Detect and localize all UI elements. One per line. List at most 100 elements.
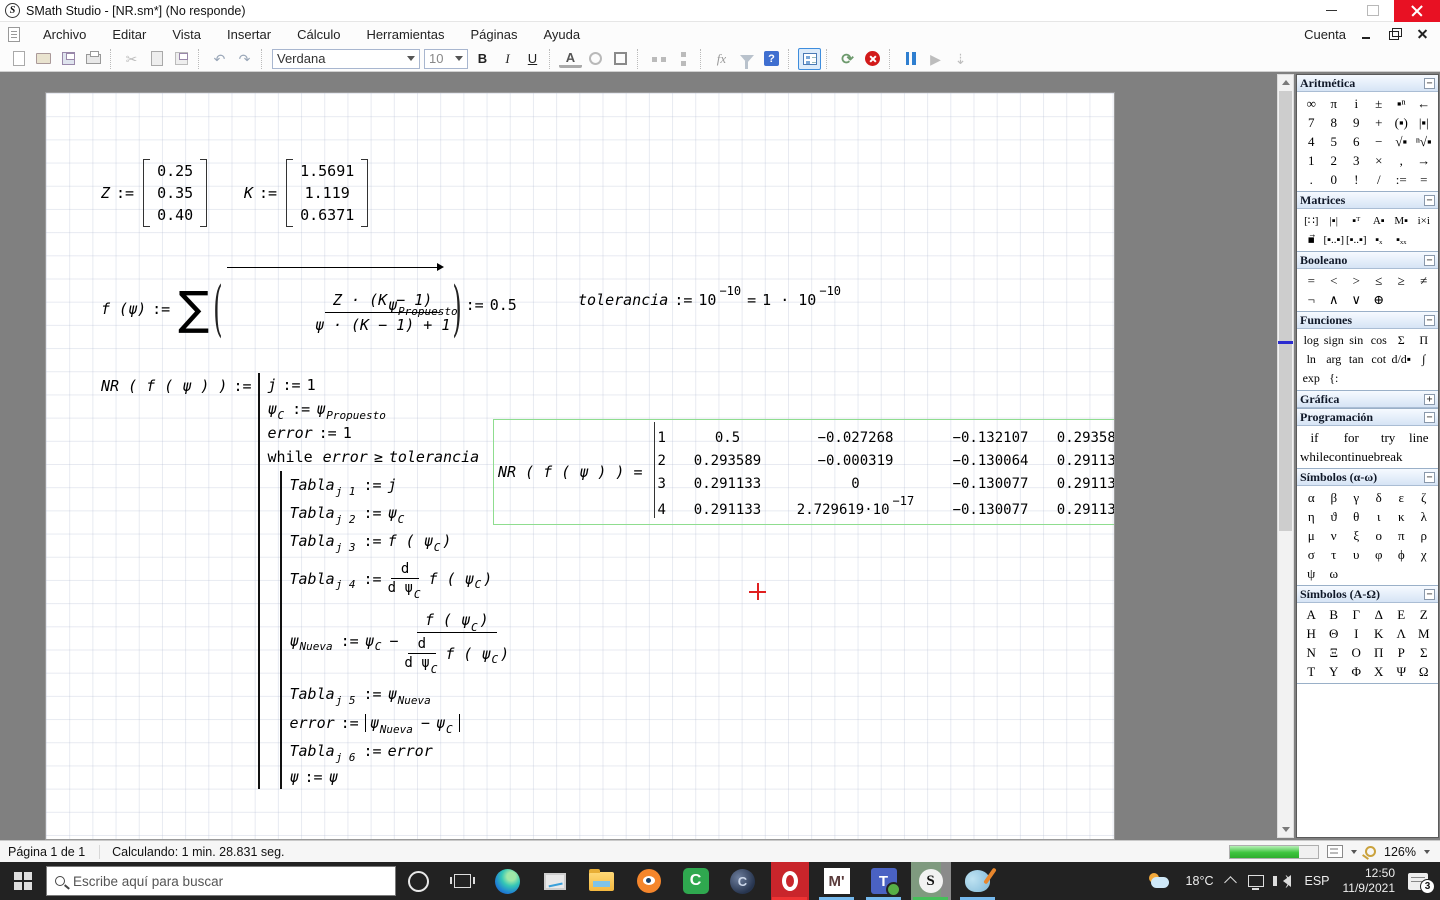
stop-calculation-button[interactable] [861,48,884,70]
palette-button[interactable]: Κ [1368,624,1391,643]
print-button[interactable] [82,48,105,70]
taskbar-paint3d-button[interactable] [954,862,1001,900]
palette-button[interactable]: Ω [1413,662,1436,681]
palette-button[interactable]: υ [1345,545,1368,564]
palette-header[interactable]: Funciones − [1297,312,1438,329]
taskbar-blender-button[interactable] [625,862,672,900]
palette-button[interactable]: ▪ₓ [1368,230,1391,249]
palette-button[interactable]: σ [1300,545,1323,564]
palette-button[interactable]: |▪| [1323,211,1346,230]
palette-button[interactable]: Δ [1368,605,1391,624]
palette-button[interactable]: exp [1300,369,1323,388]
palette-button[interactable]: ∨ [1345,290,1368,309]
palette-button[interactable]: κ [1390,507,1413,526]
background-color-button[interactable] [584,48,607,70]
palette-button[interactable]: ∧ [1323,290,1346,309]
palette-button[interactable]: for [1329,428,1374,447]
task-view-button[interactable] [440,862,484,900]
page-layout-icon[interactable] [1327,845,1344,858]
palette-button[interactable]: ≤ [1368,271,1391,290]
taskbar-mendeley-button[interactable]: M' [813,862,860,900]
z-definition[interactable]: Z := 0.25 0.35 0.40 [101,159,210,227]
paste-button[interactable] [170,48,193,70]
palette-button[interactable]: ≥ [1390,271,1413,290]
taskbar-camtasia-button[interactable]: C [672,862,719,900]
palette-button[interactable]: π [1390,526,1413,545]
taskbar-opera-button[interactable] [766,862,813,900]
palette-button[interactable]: ⁿ√▪ [1413,132,1436,151]
palette-button[interactable]: β [1323,488,1346,507]
palette-button[interactable]: Β [1323,605,1346,624]
clock[interactable]: 12:50 11/9/2021 [1343,866,1396,896]
palette-button[interactable]: ⊕ [1368,290,1391,309]
palette-button[interactable]: Ι [1345,624,1368,643]
palette-button[interactable]: 6 [1345,132,1368,151]
palette-button[interactable]: ▪ⁿ [1390,94,1413,113]
palette-button[interactable]: cos [1368,331,1391,350]
palette-header[interactable]: Programación − [1297,409,1438,426]
palette-button[interactable]: = [1300,271,1323,290]
palette-button[interactable]: Ν [1300,643,1323,662]
palette-button[interactable]: , [1390,151,1413,170]
collapse-toggle-icon[interactable]: − [1424,411,1435,423]
palette-button[interactable]: √▪ [1390,132,1413,151]
side-panel-toggle-button[interactable] [798,47,821,70]
child-close-button[interactable] [1416,28,1430,40]
menu-item[interactable]: Archivo [30,24,99,45]
palette-button[interactable]: Χ [1368,662,1391,681]
worksheet-canvas[interactable]: Z := 0.25 0.35 0.40 K := 1.5691 1.119 0.6371… [45,92,1115,840]
palette-button[interactable]: ϑ [1323,507,1346,526]
palette-button[interactable]: i×i [1413,211,1436,230]
collapse-toggle-icon[interactable]: − [1424,77,1435,89]
palette-button[interactable]: Σ [1390,331,1413,350]
taskbar-search-input[interactable]: Escribe aquí para buscar [46,866,396,896]
palette-button[interactable]: Θ [1323,624,1346,643]
taskbar-file-explorer-button[interactable] [578,862,625,900]
palette-button[interactable]: Σ [1413,643,1436,662]
palette-button[interactable]: − [1368,132,1391,151]
palette-button[interactable]: continue [1329,447,1374,466]
palette-button[interactable]: × [1368,151,1391,170]
palette-header[interactable]: Símbolos (α-ω) − [1297,469,1438,486]
palette-button[interactable]: 3 [1345,151,1368,170]
palette-button[interactable]: → [1413,151,1436,170]
filter-button[interactable] [735,48,758,70]
palette-button[interactable]: Υ [1323,662,1346,681]
palette-button[interactable]: |▪| [1413,113,1436,132]
horizontal-spacing-button[interactable] [647,48,670,70]
start-button[interactable] [0,862,46,900]
step-button[interactable]: ⇣ [949,48,972,70]
reference-button[interactable]: ? [760,48,783,70]
palette-button[interactable]: := [1390,170,1413,189]
new-button[interactable] [7,48,30,70]
account-menu[interactable]: Cuenta [1304,27,1346,42]
palette-button[interactable]: + [1368,113,1391,132]
chevron-down-icon[interactable] [1424,849,1430,854]
palette-button[interactable]: (▪) [1390,113,1413,132]
menu-item[interactable]: Páginas [457,24,530,45]
palette-button[interactable]: ln [1300,350,1323,369]
taskbar-teams-button[interactable]: T [860,862,907,900]
vertical-scrollbar[interactable] [1277,74,1294,838]
palette-button[interactable]: sin [1345,331,1368,350]
palette-button[interactable]: Ξ [1323,643,1346,662]
palette-button[interactable]: 9 [1345,113,1368,132]
palette-button[interactable]: ξ [1345,526,1368,545]
menu-item[interactable]: Editar [99,24,159,45]
palette-button[interactable]: ο [1368,526,1391,545]
collapse-toggle-icon[interactable]: − [1424,471,1435,483]
palette-button[interactable]: π [1323,94,1346,113]
taskbar-cinema4d-button[interactable]: C [719,862,766,900]
palette-button[interactable]: cot [1368,350,1391,369]
palette-button[interactable]: Ο [1345,643,1368,662]
collapse-toggle-icon[interactable]: − [1424,588,1435,600]
palette-button[interactable]: try [1374,428,1403,447]
palette-button[interactable]: Φ [1345,662,1368,681]
font-color-button[interactable]: A [559,49,582,68]
palette-button[interactable]: τ [1323,545,1346,564]
palette-button[interactable]: ¬ [1300,290,1323,309]
palette-header[interactable]: Booleano − [1297,252,1438,269]
menu-item[interactable]: Ayuda [530,24,593,45]
palette-button[interactable]: ψ [1300,564,1323,583]
child-minimize-button[interactable] [1360,28,1374,40]
